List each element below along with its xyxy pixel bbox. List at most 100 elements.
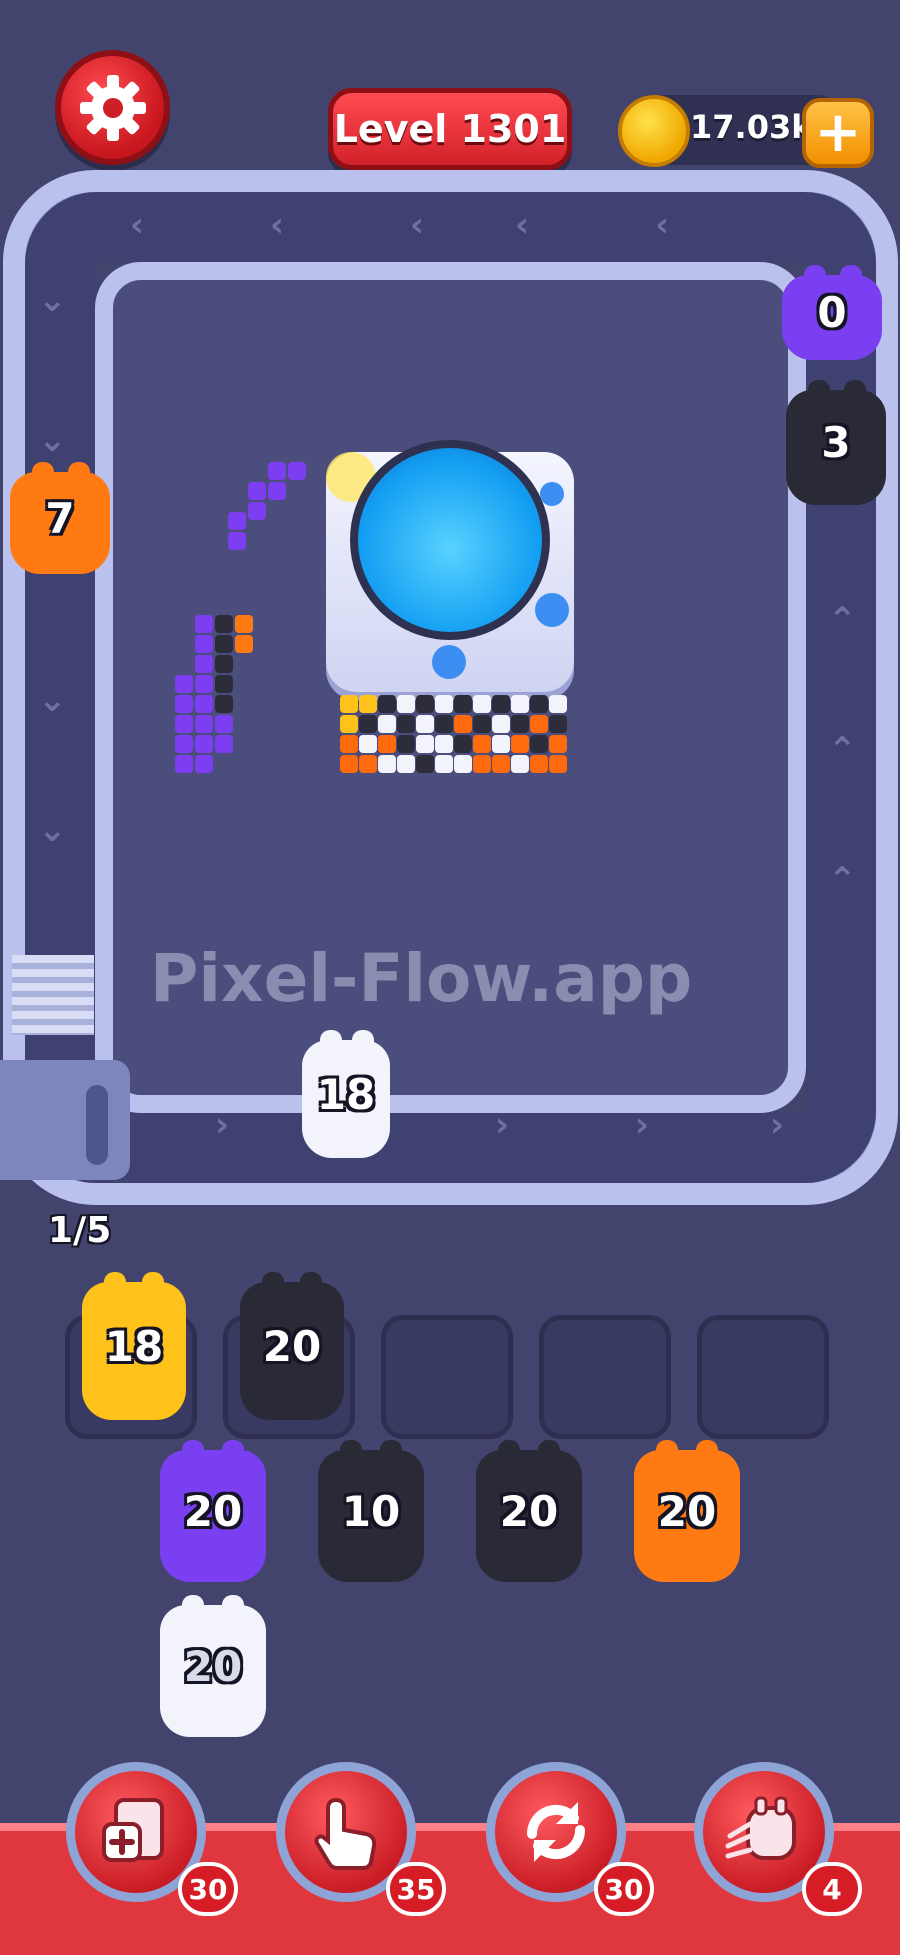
pixel-cell	[511, 715, 529, 733]
pixel-cell	[549, 695, 567, 713]
pig-ammo-count: 10	[341, 1486, 401, 1536]
pig-ammo-count: 20	[183, 1486, 243, 1536]
pixel-cell	[454, 715, 472, 733]
chevron-up-icon: ⌃	[828, 730, 857, 770]
pixel-cell	[492, 735, 510, 753]
powerup-count: 4	[802, 1862, 862, 1916]
chevron-down-icon: ⌄	[38, 680, 67, 720]
chevron-right-icon: ›	[215, 1105, 230, 1145]
queue-pig[interactable]: 10	[318, 1440, 424, 1582]
machine-light	[432, 645, 466, 679]
track-pig[interactable]: 18	[302, 1030, 390, 1158]
powerup-count: 30	[594, 1862, 654, 1916]
pig-ammo-count: 20	[657, 1486, 717, 1536]
pixel-cell	[473, 735, 491, 753]
pixel-cell	[530, 715, 548, 733]
machine-light	[535, 593, 569, 627]
powerup-count: 30	[178, 1862, 238, 1916]
pixel-cell	[416, 735, 434, 753]
hand-pointer-icon	[314, 1797, 377, 1870]
pixel-cell	[454, 735, 472, 753]
pixel-cell	[511, 695, 529, 713]
chevron-down-icon: ⌄	[38, 280, 67, 320]
shuffle-icon	[526, 1802, 586, 1862]
pixel-cell	[340, 755, 358, 773]
machine-light	[540, 482, 564, 506]
pixel-cell	[511, 735, 529, 753]
track-pig[interactable]: 0	[782, 265, 882, 360]
pixel-cell	[492, 715, 510, 733]
holding-slot[interactable]	[539, 1315, 671, 1439]
pixel-cell	[378, 735, 396, 753]
pixel-cell	[549, 755, 567, 773]
level-indicator: Level 1301	[328, 88, 572, 170]
chevron-left-icon: ‹	[655, 205, 670, 245]
chevron-left-icon: ‹	[515, 205, 530, 245]
machine-orb	[350, 440, 550, 640]
dock-slot	[86, 1085, 108, 1165]
purple-pixel-fragment	[228, 462, 308, 552]
chevron-left-icon: ‹	[270, 205, 285, 245]
pig-ammo-count: 3	[821, 418, 851, 467]
pig-ammo-count: 7	[45, 493, 75, 543]
queue-pig[interactable]: 20	[634, 1440, 740, 1582]
pixel-cell	[549, 715, 567, 733]
coin-amount: 17.03k	[690, 108, 813, 146]
pixel-cell	[378, 755, 396, 773]
pixel-cell	[397, 715, 415, 733]
slot-pig[interactable]: 18	[82, 1272, 186, 1420]
chevron-down-icon: ⌄	[38, 810, 67, 850]
add-coins-button[interactable]: +	[802, 98, 874, 168]
pixel-cell	[340, 735, 358, 753]
pixel-cell	[359, 755, 377, 773]
chevron-up-icon: ⌃	[828, 860, 857, 900]
pixel-cell	[359, 715, 377, 733]
slot-pig[interactable]: 20	[240, 1272, 344, 1420]
pig-ammo-count: 18	[104, 1321, 164, 1371]
pixel-cell	[397, 755, 415, 773]
powerup-count: 35	[386, 1862, 446, 1916]
track-pig[interactable]: 7	[10, 462, 110, 574]
pixel-cell	[416, 695, 434, 713]
add-slot-icon	[102, 1798, 164, 1862]
pixel-cell	[435, 715, 453, 733]
pixel-cell	[378, 715, 396, 733]
pixel-cell	[454, 755, 472, 773]
chevron-up-icon: ⌃	[828, 600, 857, 640]
track-pig[interactable]: 3	[786, 380, 886, 505]
pixel-cell	[359, 735, 377, 753]
queue-pig[interactable]: 20	[160, 1440, 266, 1582]
chevron-left-icon: ‹	[130, 205, 145, 245]
settings-button[interactable]	[55, 50, 170, 165]
pixel-cell	[492, 695, 510, 713]
pixel-cell	[492, 755, 510, 773]
pixel-cell	[435, 755, 453, 773]
chevron-right-icon: ›	[495, 1105, 510, 1145]
chevron-down-icon: ⌄	[38, 420, 67, 460]
level-label: Level 1301	[333, 107, 567, 151]
pixel-cell	[359, 695, 377, 713]
pixel-cell	[473, 695, 491, 713]
coin-icon	[618, 95, 690, 167]
queue-pig[interactable]: 20	[476, 1440, 582, 1582]
pig-train-icon	[725, 1796, 796, 1860]
watermark-text: Pixel-Flow.app	[150, 940, 693, 1017]
mixed-pixel-fragment	[175, 615, 255, 775]
gear-icon	[79, 74, 146, 141]
pixel-cell	[473, 755, 491, 773]
chevron-right-icon: ›	[770, 1105, 785, 1145]
plus-icon: +	[814, 100, 862, 165]
queue-counter: 1/5	[48, 1210, 112, 1251]
holding-slot[interactable]	[381, 1315, 513, 1439]
pixel-cell	[397, 735, 415, 753]
pixel-art-grid	[340, 695, 567, 795]
pig-ammo-count: 20	[499, 1486, 559, 1536]
pixel-cell	[530, 735, 548, 753]
pixel-cell	[435, 735, 453, 753]
pixel-cell	[416, 715, 434, 733]
queue-pig[interactable]: 20	[160, 1595, 266, 1737]
holding-slot[interactable]	[697, 1315, 829, 1439]
pixel-cell	[378, 695, 396, 713]
pig-ammo-count: 18	[316, 1069, 376, 1119]
pixel-cell	[511, 755, 529, 773]
